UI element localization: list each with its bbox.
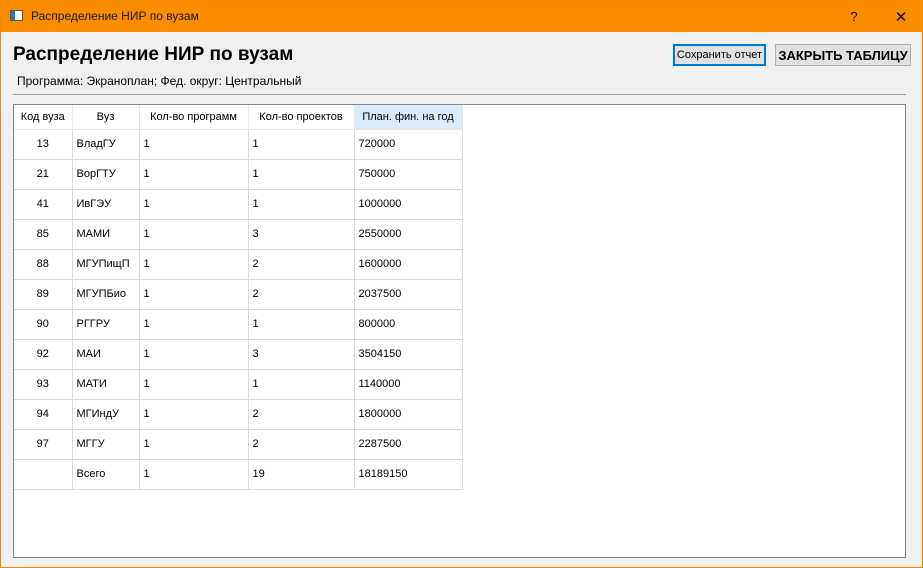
table-cell[interactable]: 1 [139, 189, 249, 220]
table-cell[interactable]: 3 [248, 339, 355, 370]
total-row[interactable]: Всего 1 19 18189150 [14, 459, 463, 490]
table-cell[interactable]: 2037500 [354, 279, 463, 310]
table-cell[interactable]: 2287500 [354, 429, 463, 460]
table-cell[interactable]: 1 [139, 339, 249, 370]
table-cell[interactable]: ВладГУ [72, 129, 140, 160]
table-cell[interactable]: МГИндУ [72, 399, 140, 430]
table-cell[interactable]: 85 [14, 219, 73, 250]
table-cell[interactable]: 1 [139, 429, 249, 460]
title-bar[interactable]: Распределение НИР по вузам ? ✕ [1, 1, 922, 32]
table-row[interactable]: 89 МГУПБио 1 2 2037500 [14, 279, 463, 310]
save-report-button[interactable]: Сохранить отчет [673, 44, 766, 66]
distribution-table: Код вуза Вуз Кол-во программ Кол-во проекто… [14, 105, 463, 490]
table-cell[interactable]: 2 [248, 249, 355, 280]
table-cell[interactable]: 92 [14, 339, 73, 370]
table-cell[interactable]: МАИ [72, 339, 140, 370]
app-window-icon [10, 10, 23, 21]
table-row[interactable]: 21 ВорГТУ 1 1 750000 [14, 159, 463, 190]
table-cell[interactable]: МГУПищП [72, 249, 140, 280]
table-cell[interactable]: МГУПБио [72, 279, 140, 310]
table-cell[interactable]: 2550000 [354, 219, 463, 250]
table-cell[interactable]: 94 [14, 399, 73, 430]
table-cell[interactable]: 1 [248, 369, 355, 400]
table-cell[interactable]: 1 [139, 159, 249, 190]
table-cell[interactable]: 2 [248, 399, 355, 430]
table-row[interactable]: 90 РГГРУ 1 1 800000 [14, 309, 463, 340]
table-cell[interactable]: 1800000 [354, 399, 463, 430]
table-cell[interactable]: 41 [14, 189, 73, 220]
header-divider [13, 94, 906, 95]
table-cell[interactable]: РГГРУ [72, 309, 140, 340]
table-cell[interactable]: Всего [72, 459, 140, 490]
table-cell[interactable]: 1 [139, 399, 249, 430]
table-cell[interactable]: 2 [248, 429, 355, 460]
table-row[interactable]: 41 ИвГЭУ 1 1 1000000 [14, 189, 463, 220]
table-row[interactable]: 93 МАТИ 1 1 1140000 [14, 369, 463, 400]
table-cell[interactable]: 1 [248, 309, 355, 340]
close-table-button[interactable]: ЗАКРЫТЬ ТАБЛИЦУ [775, 44, 911, 66]
table-cell[interactable] [14, 459, 73, 490]
table-row[interactable]: 94 МГИндУ 1 2 1800000 [14, 399, 463, 430]
table-cell[interactable]: 1 [139, 369, 249, 400]
table-cell[interactable]: 1 [139, 219, 249, 250]
table-cell[interactable]: 97 [14, 429, 73, 460]
table-row[interactable]: 97 МГГУ 1 2 2287500 [14, 429, 463, 460]
table-cell[interactable]: 89 [14, 279, 73, 310]
table-cell[interactable]: 1 [139, 279, 249, 310]
table-cell[interactable]: 88 [14, 249, 73, 280]
table-cell[interactable]: 3 [248, 219, 355, 250]
table-cell[interactable]: 1 [248, 159, 355, 190]
column-header-2[interactable]: Вуз [72, 105, 140, 130]
table-cell[interactable]: 13 [14, 129, 73, 160]
table-cell[interactable]: 3504150 [354, 339, 463, 370]
table-cell[interactable]: 800000 [354, 309, 463, 340]
table-cell[interactable]: 1 [248, 129, 355, 160]
table-row[interactable]: 92 МАИ 1 3 3504150 [14, 339, 463, 370]
window-title: Распределение НИР по вузам [31, 9, 199, 23]
column-header-5[interactable]: План. фин. на год [354, 105, 463, 130]
table-row[interactable]: 88 МГУПищП 1 2 1600000 [14, 249, 463, 280]
table-cell[interactable]: 19 [248, 459, 355, 490]
column-header-1[interactable]: Код вуза [14, 105, 73, 130]
table-cell[interactable]: 1 [139, 309, 249, 340]
table-cell[interactable]: 1600000 [354, 249, 463, 280]
table-cell[interactable]: 720000 [354, 129, 463, 160]
table-cell[interactable]: 1 [139, 249, 249, 280]
table-cell[interactable]: ВорГТУ [72, 159, 140, 190]
table-header-row: Код вуза Вуз Кол-во программ Кол-во проекто… [14, 105, 463, 130]
program-subtitle: Программа: Экраноплан; Фед. округ: Центр… [17, 74, 302, 88]
table-cell[interactable]: 1 [248, 189, 355, 220]
column-header-3[interactable]: Кол-во программ [139, 105, 249, 130]
data-grid[interactable]: Код вуза Вуз Кол-во программ Кол-во проекто… [13, 104, 906, 558]
help-button[interactable]: ? [834, 1, 874, 32]
page-title: Распределение НИР по вузам [13, 44, 294, 65]
table-cell[interactable]: МАТИ [72, 369, 140, 400]
table-cell[interactable]: 1 [139, 129, 249, 160]
table-cell[interactable]: 1000000 [354, 189, 463, 220]
table-cell[interactable]: 18189150 [354, 459, 463, 490]
table-cell[interactable]: МГГУ [72, 429, 140, 460]
table-body: 13 ВладГУ 1 1 720000 21 ВорГТУ 1 1 750000 41 ИвГЭУ 1… [14, 129, 463, 490]
table-cell[interactable]: 21 [14, 159, 73, 190]
table-cell[interactable]: 1 [139, 459, 249, 490]
table-cell[interactable]: МАМИ [72, 219, 140, 250]
table-row[interactable]: 13 ВладГУ 1 1 720000 [14, 129, 463, 160]
window-close-button[interactable]: ✕ [881, 1, 921, 32]
table-cell[interactable]: 90 [14, 309, 73, 340]
table-row[interactable]: 85 МАМИ 1 3 2550000 [14, 219, 463, 250]
table-cell[interactable]: 1140000 [354, 369, 463, 400]
column-header-4[interactable]: Кол-во проектов [248, 105, 355, 130]
table-cell[interactable]: 2 [248, 279, 355, 310]
table-cell[interactable]: 93 [14, 369, 73, 400]
table-cell[interactable]: ИвГЭУ [72, 189, 140, 220]
report-window: Распределение НИР по вузам ? ✕ Распредел… [0, 0, 923, 568]
table-cell[interactable]: 750000 [354, 159, 463, 190]
